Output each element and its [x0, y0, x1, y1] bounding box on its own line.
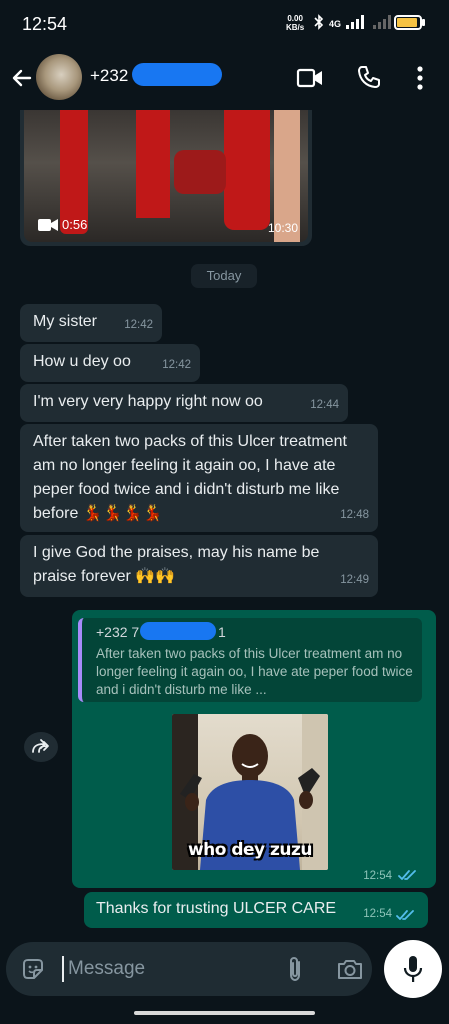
video-call-icon[interactable]: [296, 66, 324, 90]
attach-icon[interactable]: [283, 954, 307, 984]
incoming-message[interactable]: After taken two packs of this Ulcer trea…: [20, 424, 378, 532]
battery-icon: [394, 15, 422, 30]
status-bar: 12:54 0.00 KB/s 4G: [0, 0, 449, 46]
read-ticks-icon: [396, 910, 414, 920]
message-text: I'm very very happy right now oo: [33, 393, 263, 410]
camera-icon[interactable]: [336, 956, 364, 982]
incoming-message[interactable]: I'm very very happy right now oo 12:44: [20, 384, 348, 422]
incoming-message[interactable]: How u dey oo 12:42: [20, 344, 200, 382]
quoted-message[interactable]: +232 7 1 After taken two packs of this U…: [78, 618, 422, 702]
read-ticks-icon: [398, 870, 416, 880]
signal-icon: [346, 15, 368, 32]
speed-value: 0.00: [287, 14, 303, 23]
video-message[interactable]: 0:56 10:30: [20, 110, 312, 246]
message-composer: Message: [6, 942, 372, 996]
message-text: After taken two packs of this Ulcer trea…: [33, 433, 347, 522]
back-arrow-icon[interactable]: [8, 64, 36, 92]
phone-icon[interactable]: [356, 64, 382, 90]
network-speed: 0.00 KB/s: [286, 14, 304, 32]
mic-icon: [403, 956, 423, 982]
sticker-icon[interactable]: [20, 956, 46, 982]
message-text: Thanks for trusting ULCER CARE: [96, 900, 337, 917]
thumbnail-figure: [60, 110, 88, 234]
bluetooth-icon: [314, 14, 324, 33]
message-time: 12:54: [363, 870, 392, 882]
message-text: How u dey oo: [33, 353, 131, 370]
message-time: 10:30: [267, 221, 298, 235]
message-text: My sister: [33, 313, 97, 330]
outgoing-reply-message[interactable]: +232 7 1 After taken two packs of this U…: [72, 610, 436, 888]
outgoing-message[interactable]: Thanks for trusting ULCER CARE 12:54: [84, 892, 428, 928]
chat-header: +232 7: [0, 46, 449, 110]
signal-2-icon: [373, 15, 395, 32]
status-icons: 4G: [314, 14, 395, 33]
message-time: 12:49: [340, 574, 369, 586]
home-indicator: [134, 1011, 315, 1015]
video-thumbnail[interactable]: 0:56 10:30: [24, 110, 308, 242]
forward-icon: [32, 739, 49, 753]
status-time: 12:54: [22, 14, 68, 34]
thumbnail-object: [174, 150, 226, 194]
mic-button[interactable]: [384, 940, 442, 998]
meme-image[interactable]: who dey zuzu: [172, 714, 328, 870]
date-separator: Today: [191, 264, 257, 288]
message-time: 12:42: [162, 359, 191, 371]
avatar[interactable]: [36, 54, 82, 100]
battery-level: [397, 18, 417, 27]
network-type: 4G: [329, 18, 342, 29]
incoming-message[interactable]: My sister 12:42: [20, 304, 162, 342]
battery-cap: [422, 19, 425, 26]
quoted-sender-suffix: 1: [218, 624, 226, 640]
chat-area[interactable]: 0:56 10:30 Today My sister 12:42 How u d…: [0, 110, 449, 940]
message-time: 12:42: [124, 319, 153, 331]
meme-caption: who dey zuzu: [187, 840, 313, 860]
quoted-text: After taken two packs of this Ulcer trea…: [96, 646, 413, 697]
message-time: 12:54: [363, 908, 392, 920]
redaction-mark: [140, 622, 216, 640]
video-duration: 0:56: [62, 217, 88, 232]
more-vert-icon[interactable]: [412, 64, 428, 92]
thumbnail-figure: [224, 110, 270, 230]
message-time: 12:44: [310, 399, 339, 411]
text-cursor: [62, 956, 64, 982]
forward-button[interactable]: [24, 732, 58, 762]
incoming-message[interactable]: I give God the praises, may his name be …: [20, 535, 378, 597]
video-camera-icon: [38, 219, 58, 231]
speed-unit: KB/s: [286, 23, 305, 32]
message-time: 12:48: [340, 509, 369, 521]
message-text: I give God the praises, may his name be …: [33, 544, 320, 585]
message-input[interactable]: Message: [68, 958, 145, 980]
redaction-mark: [132, 63, 222, 86]
thumbnail-figure: [136, 110, 170, 218]
quoted-sender: +232 7: [96, 624, 140, 640]
